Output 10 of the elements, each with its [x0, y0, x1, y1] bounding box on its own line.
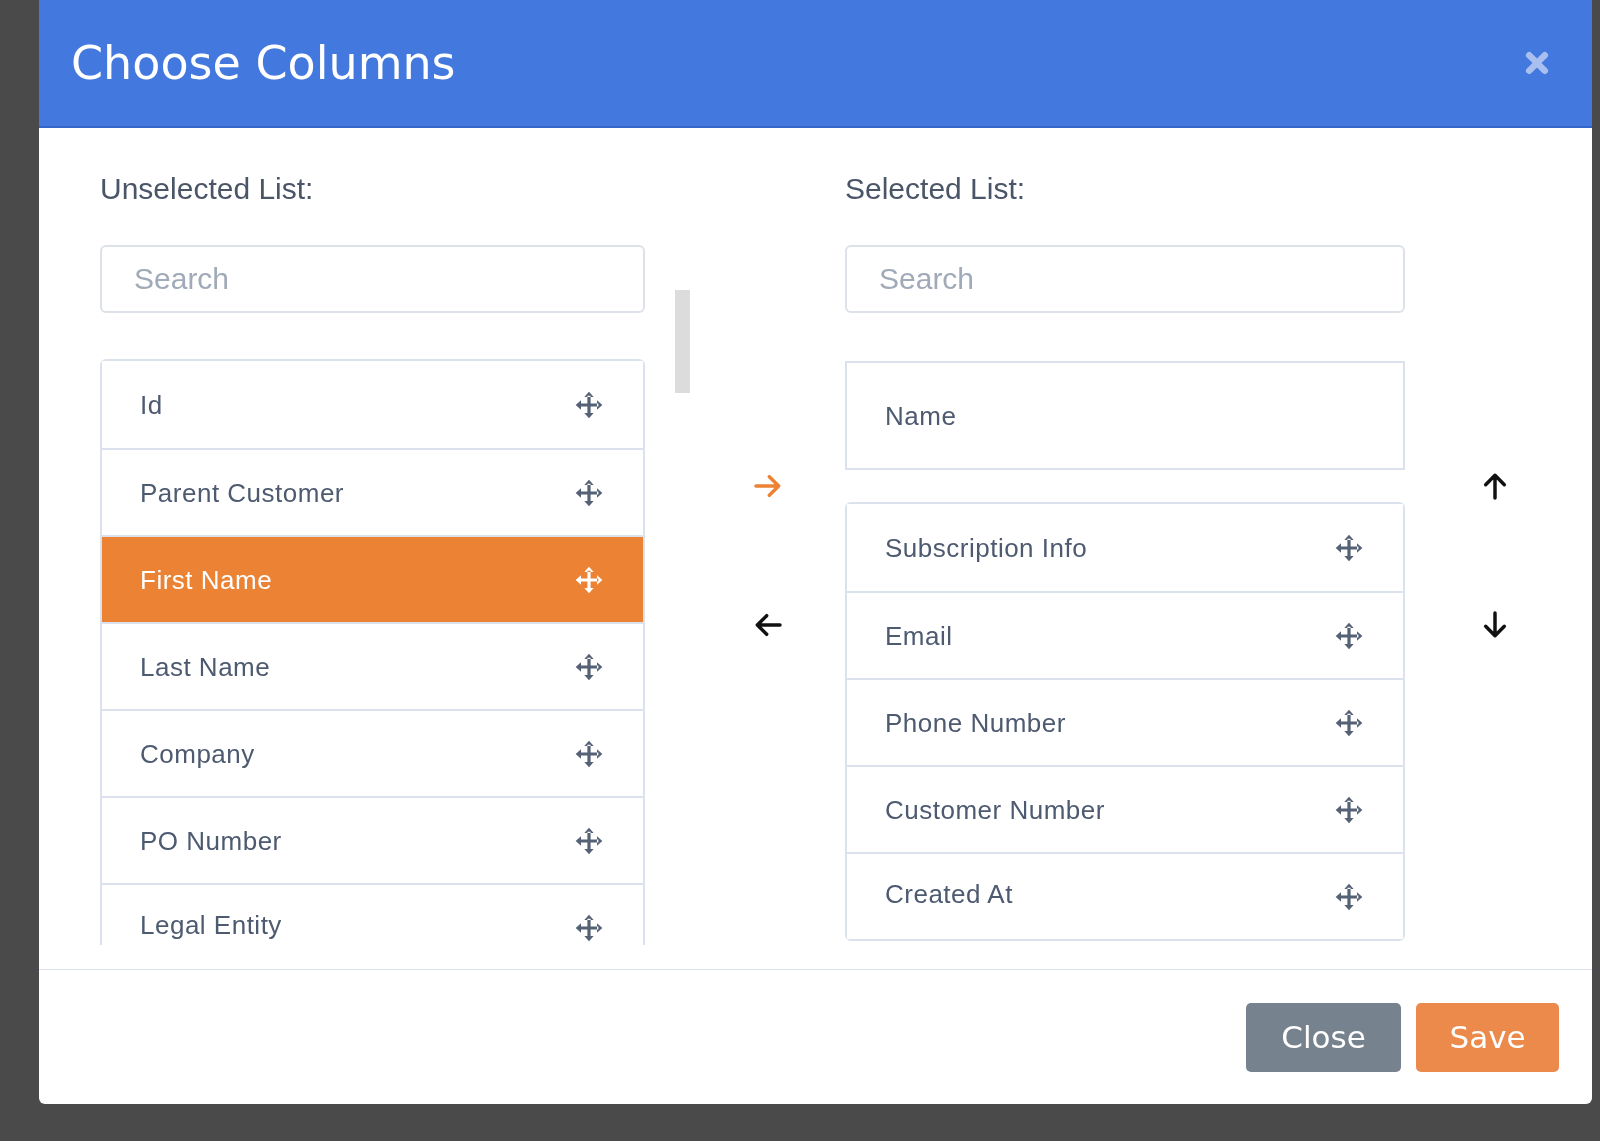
dialog-title: Choose Columns — [71, 36, 456, 90]
list-item[interactable]: Created At — [847, 852, 1403, 939]
close-button[interactable]: Close — [1246, 1002, 1401, 1072]
list-item[interactable]: Legal Entity — [102, 883, 643, 945]
list-heading: Unselected List: — [100, 171, 315, 207]
list-heading: Selected List: — [845, 171, 1027, 207]
scrollbar-thumb[interactable] — [675, 290, 690, 393]
search-field[interactable]: Search — [100, 245, 645, 313]
pinned-list-item: Name — [845, 361, 1405, 470]
search-field[interactable]: Search — [845, 245, 1405, 313]
